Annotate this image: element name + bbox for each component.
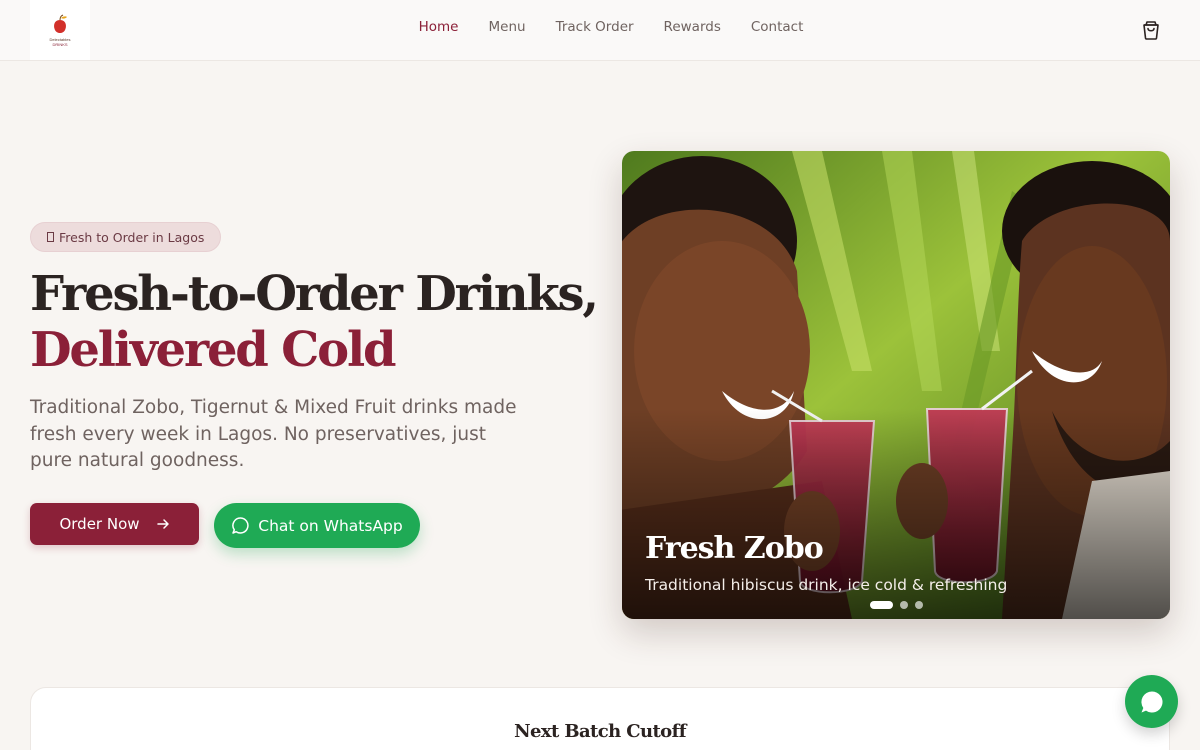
nav-menu[interactable]: Menu <box>488 19 525 35</box>
location-badge: Fresh to Order in Lagos <box>30 222 222 252</box>
order-now-label: Order Now <box>59 515 140 533</box>
chat-icon <box>1140 690 1163 712</box>
arrow-right-icon <box>156 519 169 529</box>
badge-icon <box>47 232 54 242</box>
badge-label: Fresh to Order in Lagos <box>59 229 205 245</box>
slider-dot[interactable] <box>915 601 923 609</box>
slider-dots <box>870 601 923 609</box>
nav-home[interactable]: Home <box>419 19 459 35</box>
nav-contact[interactable]: Contact <box>751 19 804 35</box>
cart-button[interactable] <box>1140 19 1162 41</box>
hero-image-slider[interactable]: Fresh Zobo Traditional hibiscus drink, i… <box>622 151 1170 619</box>
hero-title-line1: Fresh-to-Order Drinks, <box>30 266 599 322</box>
shopping-bag-icon <box>1143 21 1159 40</box>
hero-title: Fresh-to-Order Drinks, Delivered Cold <box>30 266 599 378</box>
whatsapp-button-label: Chat on WhatsApp <box>258 516 403 535</box>
slider-dot[interactable] <box>870 601 893 609</box>
main-nav: Home Menu Track Order Rewards Contact <box>0 19 1200 35</box>
batch-cutoff-card: Next Batch Cutoff <box>30 687 1170 750</box>
slide-title: Fresh Zobo <box>645 531 824 566</box>
logo-text-secondary: DRINKS <box>52 41 68 47</box>
hero-subtitle: Traditional Zobo, Tigernut & Mixed Fruit… <box>30 397 517 471</box>
floating-chat-button[interactable] <box>1125 675 1178 728</box>
batch-cutoff-title: Next Batch Cutoff <box>514 721 686 742</box>
order-now-button[interactable]: Order Now <box>30 503 199 545</box>
nav-rewards[interactable]: Rewards <box>664 19 721 35</box>
whatsapp-chat-button[interactable]: Chat on WhatsApp <box>214 503 420 548</box>
chat-bubble-icon <box>232 517 249 534</box>
site-header: Delectables DRINKS Home Menu Track Order… <box>0 0 1200 61</box>
logo-text-primary: Delectables <box>49 36 71 42</box>
slider-dot[interactable] <box>900 601 908 609</box>
hero-title-line2: Delivered Cold <box>30 322 397 378</box>
slide-description: Traditional hibiscus drink, ice cold & r… <box>645 576 1008 594</box>
logo-wordmark: Delectables DRINKS <box>50 37 71 47</box>
nav-track-order[interactable]: Track Order <box>556 19 634 35</box>
